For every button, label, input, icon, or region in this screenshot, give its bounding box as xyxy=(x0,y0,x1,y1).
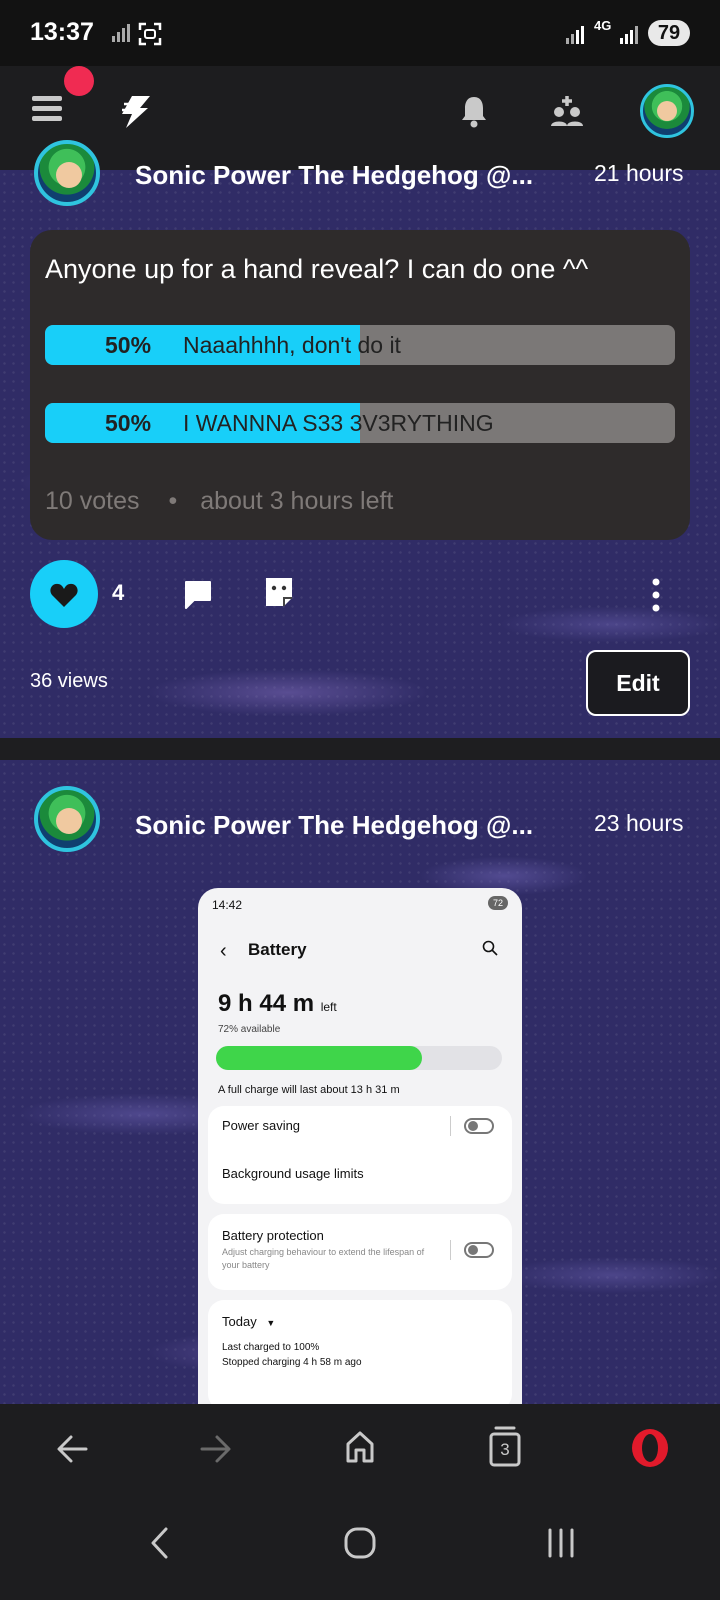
image-stopped-charging: Stopped charging 4 h 58 m ago xyxy=(222,1357,362,1368)
author-name[interactable]: Sonic Power The Hedgehog @... xyxy=(135,810,533,841)
wifi-signal-icon xyxy=(566,26,584,44)
poll-option-percent: 50% xyxy=(105,410,152,436)
add-friends-icon[interactable] xyxy=(550,94,584,128)
post-screenshot-image[interactable]: 14:42 72 ‹ Battery 9 h 44 m left 72% ava… xyxy=(198,888,522,1404)
poll-option[interactable]: 50% I WANNNA S33 3V3RYTHING xyxy=(45,403,675,443)
image-card: Power saving Background usage limits xyxy=(208,1106,512,1204)
more-options-icon[interactable] xyxy=(650,578,662,612)
lightning-logo[interactable] xyxy=(118,94,152,130)
poll-votes: 10 votes xyxy=(45,487,140,515)
like-button[interactable] xyxy=(30,560,98,628)
image-protection-desc: Adjust charging behaviour to extend the … xyxy=(222,1247,425,1270)
image-dropdown-arrow-icon: ▼ xyxy=(266,1318,276,1328)
image-available: 72% available xyxy=(218,1024,281,1035)
image-last-charged: Last charged to 100% xyxy=(222,1342,320,1353)
poll-option[interactable]: 50% Naaahhhh, don't do it xyxy=(45,325,675,365)
view-count: 36 views xyxy=(30,670,108,692)
back-icon[interactable] xyxy=(56,1434,88,1464)
poll-option-text: Naaahhhh, don't do it xyxy=(183,332,401,358)
image-time-left-value: 9 h 44 m xyxy=(218,990,315,1017)
screenshot-icon xyxy=(138,22,162,46)
image-battery-indicator: 72 xyxy=(488,896,508,910)
image-background-limits: Background usage limits xyxy=(222,1166,364,1181)
opera-icon[interactable] xyxy=(630,1428,670,1468)
comment-icon[interactable] xyxy=(182,578,214,610)
network-type: 4G xyxy=(594,18,612,33)
post-separator xyxy=(0,738,720,760)
notification-dot xyxy=(64,66,94,96)
image-time-left-suffix: left xyxy=(320,1000,337,1014)
browser-bottom-bar: 3 xyxy=(0,1404,720,1494)
bell-icon[interactable] xyxy=(460,94,488,128)
like-count: 4 xyxy=(112,580,125,605)
image-today-dropdown: Today ▼ xyxy=(222,1314,275,1329)
status-time: 13:37 xyxy=(30,18,94,46)
system-home-icon[interactable] xyxy=(343,1526,377,1560)
edit-button[interactable]: Edit xyxy=(586,650,690,716)
sticker-comment-icon[interactable] xyxy=(262,574,296,610)
image-battery-bar xyxy=(216,1046,502,1070)
image-power-saving: Power saving xyxy=(222,1118,301,1133)
image-card: Today ▼ Last charged to 100% Stopped cha… xyxy=(208,1300,512,1404)
author-avatar[interactable] xyxy=(34,786,100,852)
image-today-label: Today xyxy=(222,1314,257,1329)
profile-avatar[interactable] xyxy=(640,84,694,138)
poll-meta: 10 votes • about 3 hours left xyxy=(45,487,393,516)
system-back-icon[interactable] xyxy=(148,1526,170,1560)
system-recents-icon[interactable] xyxy=(546,1528,576,1558)
author-name[interactable]: Sonic Power The Hedgehog @... xyxy=(135,160,533,191)
tabs-count: 3 xyxy=(500,1440,510,1459)
image-status-time: 14:42 xyxy=(212,898,243,912)
status-bar: 13:37 4G 79 xyxy=(0,0,720,66)
image-time-left: 9 h 44 m left xyxy=(218,990,337,1018)
poll-option-text: I WANNNA S33 3V3RYTHING xyxy=(183,410,494,436)
post-time: 23 hours xyxy=(594,810,684,836)
meta-dot: • xyxy=(168,487,178,515)
author-avatar[interactable] xyxy=(34,140,100,206)
cell-signal-icon xyxy=(620,26,638,44)
poll-question: Anyone up for a hand reveal? I can do on… xyxy=(45,254,589,284)
system-navigation-bar xyxy=(0,1494,720,1600)
tabs-icon[interactable]: 3 xyxy=(488,1424,522,1468)
image-battery-protection: Battery protection xyxy=(222,1228,324,1243)
image-full-charge: A full charge will last about 13 h 31 m xyxy=(218,1084,400,1096)
image-card: Battery protection Adjust charging behav… xyxy=(208,1214,512,1290)
image-toggle xyxy=(464,1118,494,1134)
image-battery-bar-fill xyxy=(216,1046,422,1070)
poll-time-left: about 3 hours left xyxy=(200,487,394,515)
app-top-bar xyxy=(0,66,720,170)
image-search-icon xyxy=(482,940,498,956)
heart-icon xyxy=(50,583,78,607)
post-time: 21 hours xyxy=(594,160,684,186)
home-icon[interactable] xyxy=(344,1430,376,1464)
image-toggle xyxy=(464,1242,494,1258)
no-signal-icon xyxy=(112,24,130,42)
image-title: Battery xyxy=(248,940,307,959)
image-divider xyxy=(450,1116,451,1136)
menu-icon[interactable] xyxy=(32,96,62,122)
poll-option-percent: 50% xyxy=(105,332,152,358)
image-back-chevron-icon: ‹ xyxy=(220,940,227,962)
image-divider xyxy=(450,1240,451,1260)
forward-icon[interactable] xyxy=(200,1434,232,1464)
battery-indicator: 79 xyxy=(648,20,690,46)
